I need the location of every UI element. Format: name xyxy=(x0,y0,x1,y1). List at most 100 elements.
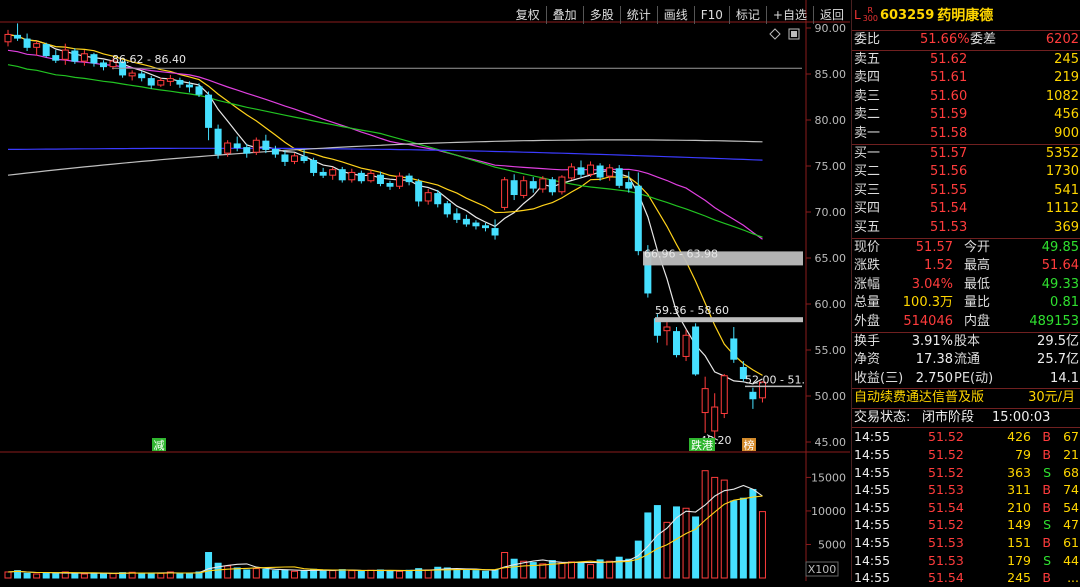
volume-bar[interactable] xyxy=(405,569,413,579)
volume-bar[interactable] xyxy=(692,516,700,579)
volume-bar[interactable] xyxy=(587,564,595,579)
tick-row[interactable]: 14:55 51.53 179 S 44 xyxy=(852,552,1080,570)
toolbar-button-3[interactable]: 统计 xyxy=(619,6,657,24)
tick-row[interactable]: 14:55 51.54 245 B... xyxy=(852,569,1080,587)
volume-bar[interactable] xyxy=(548,560,556,579)
volume-bar[interactable] xyxy=(233,567,241,579)
tick-row[interactable]: 14:55 51.52 426 B 67 xyxy=(852,428,1080,446)
volume-bar[interactable] xyxy=(730,500,738,579)
volume-bar[interactable] xyxy=(357,570,365,579)
volume-bar[interactable] xyxy=(424,569,432,579)
toolbar-button-2[interactable]: 多股 xyxy=(582,6,620,24)
toolbar-button-5[interactable]: F10 xyxy=(693,6,729,24)
candle[interactable] xyxy=(42,42,50,58)
volume-bar[interactable] xyxy=(462,569,470,579)
volume-bar[interactable] xyxy=(472,570,480,579)
tick-row[interactable]: 14:55 51.52 149 S 47 xyxy=(852,516,1080,534)
volume-bar[interactable] xyxy=(271,570,279,579)
volume-bar[interactable] xyxy=(329,570,337,579)
candle[interactable] xyxy=(615,165,623,189)
tick-price: 51.52 xyxy=(928,447,964,463)
volume-bar[interactable] xyxy=(376,569,384,579)
volume-bar[interactable] xyxy=(396,570,404,579)
candle[interactable] xyxy=(720,373,728,419)
volume-bar[interactable] xyxy=(71,572,79,579)
price-tick-label: 75.00 xyxy=(815,160,847,173)
candle[interactable] xyxy=(338,166,346,183)
volume-bar[interactable] xyxy=(606,560,614,579)
candle[interactable] xyxy=(558,175,566,195)
event-marker[interactable]: 榜 xyxy=(744,438,755,452)
volume-bar[interactable] xyxy=(615,556,623,579)
volume-bar[interactable] xyxy=(319,569,327,579)
volume-bar[interactable] xyxy=(682,507,690,579)
tick-row[interactable]: 14:55 51.53 151 B 61 xyxy=(852,534,1080,552)
volume-bar[interactable] xyxy=(739,497,747,579)
volume-bar[interactable] xyxy=(4,571,12,579)
toolbar-button-6[interactable]: 标记 xyxy=(728,6,766,24)
volume-bar[interactable] xyxy=(224,565,232,579)
candle[interactable] xyxy=(214,124,222,159)
event-marker[interactable]: 减 xyxy=(154,439,165,452)
volume-bar[interactable] xyxy=(348,570,356,579)
volume-bar[interactable] xyxy=(453,568,461,579)
event-marker[interactable]: 跌港 xyxy=(691,438,713,452)
volume-bar[interactable] xyxy=(300,570,308,579)
volume-bar[interactable] xyxy=(33,573,41,579)
volume-bar[interactable] xyxy=(109,573,117,579)
volume-bar[interactable] xyxy=(52,573,60,579)
volume-bar[interactable] xyxy=(749,488,757,579)
volume-bar[interactable] xyxy=(262,568,270,579)
volume-bar[interactable] xyxy=(42,572,50,579)
volume-bar[interactable] xyxy=(482,570,489,579)
volume-bar[interactable] xyxy=(644,512,652,579)
volume-bar[interactable] xyxy=(80,573,88,579)
kline-chart[interactable]: 90.0085.0080.0075.0070.0065.0060.0055.00… xyxy=(0,0,850,581)
candle[interactable] xyxy=(692,323,700,376)
tick-row[interactable]: 14:55 51.52 79 B 21 xyxy=(852,446,1080,464)
volume-bar[interactable] xyxy=(501,552,509,579)
ad-banner[interactable]: 自动续费通达信普及版 30元/月 xyxy=(852,389,1080,409)
candle[interactable] xyxy=(501,177,509,211)
kline-chart-area[interactable]: 90.00 85.00 80.00 75.00 70.00 65.00 60.00 55.00… xyxy=(0,0,850,581)
toolbar-button-0[interactable]: 复权 xyxy=(510,6,546,24)
volume-bar[interactable] xyxy=(205,552,213,579)
volume-bar[interactable] xyxy=(243,569,251,579)
volume-bar[interactable] xyxy=(567,561,575,579)
volume-bar[interactable] xyxy=(23,572,31,579)
toolbar-button-7[interactable]: +自选 xyxy=(765,6,813,24)
candle[interactable] xyxy=(252,137,260,155)
volume-bar[interactable] xyxy=(185,572,193,579)
volume-bar[interactable] xyxy=(663,521,671,579)
volume-bar[interactable] xyxy=(252,568,260,579)
tick-list[interactable]: 14:55 51.52 426 B 67 14:55 51.52 79 B 21 14:55 51.5… xyxy=(852,428,1080,586)
volume-bar[interactable] xyxy=(539,563,547,579)
volume-bar[interactable] xyxy=(386,570,394,579)
volume-bar[interactable] xyxy=(157,572,165,579)
toolbar-button-8[interactable]: 返回 xyxy=(812,6,850,24)
volume-bar[interactable] xyxy=(577,562,585,579)
volume-bar[interactable] xyxy=(558,562,566,579)
candle[interactable] xyxy=(71,48,79,64)
volume-bar[interactable] xyxy=(758,511,766,579)
tick-row[interactable]: 14:55 51.53 311 B 74 xyxy=(852,481,1080,499)
volume-bar[interactable] xyxy=(510,558,518,579)
candle[interactable] xyxy=(673,327,680,358)
volume-bar[interactable] xyxy=(338,569,346,579)
volume-bar[interactable] xyxy=(720,479,728,579)
volume-bar[interactable] xyxy=(653,505,661,579)
volume-bar[interactable] xyxy=(701,470,709,579)
toolbar-button-4[interactable]: 画线 xyxy=(656,6,694,24)
volume-bar[interactable] xyxy=(138,572,146,579)
volume-bar[interactable] xyxy=(281,569,289,579)
volume-bar[interactable] xyxy=(367,569,375,579)
volume-bar[interactable] xyxy=(100,572,107,579)
volume-bar[interactable] xyxy=(147,572,155,579)
volume-bar[interactable] xyxy=(291,570,298,579)
tick-row[interactable]: 14:55 51.52 363 S 68 xyxy=(852,464,1080,482)
volume-bar[interactable] xyxy=(711,476,719,579)
volume-bar[interactable] xyxy=(491,569,499,579)
volume-bar[interactable] xyxy=(176,573,184,579)
tick-row[interactable]: 14:55 51.54 210 B 54 xyxy=(852,499,1080,517)
toolbar-button-1[interactable]: 叠加 xyxy=(545,6,583,24)
